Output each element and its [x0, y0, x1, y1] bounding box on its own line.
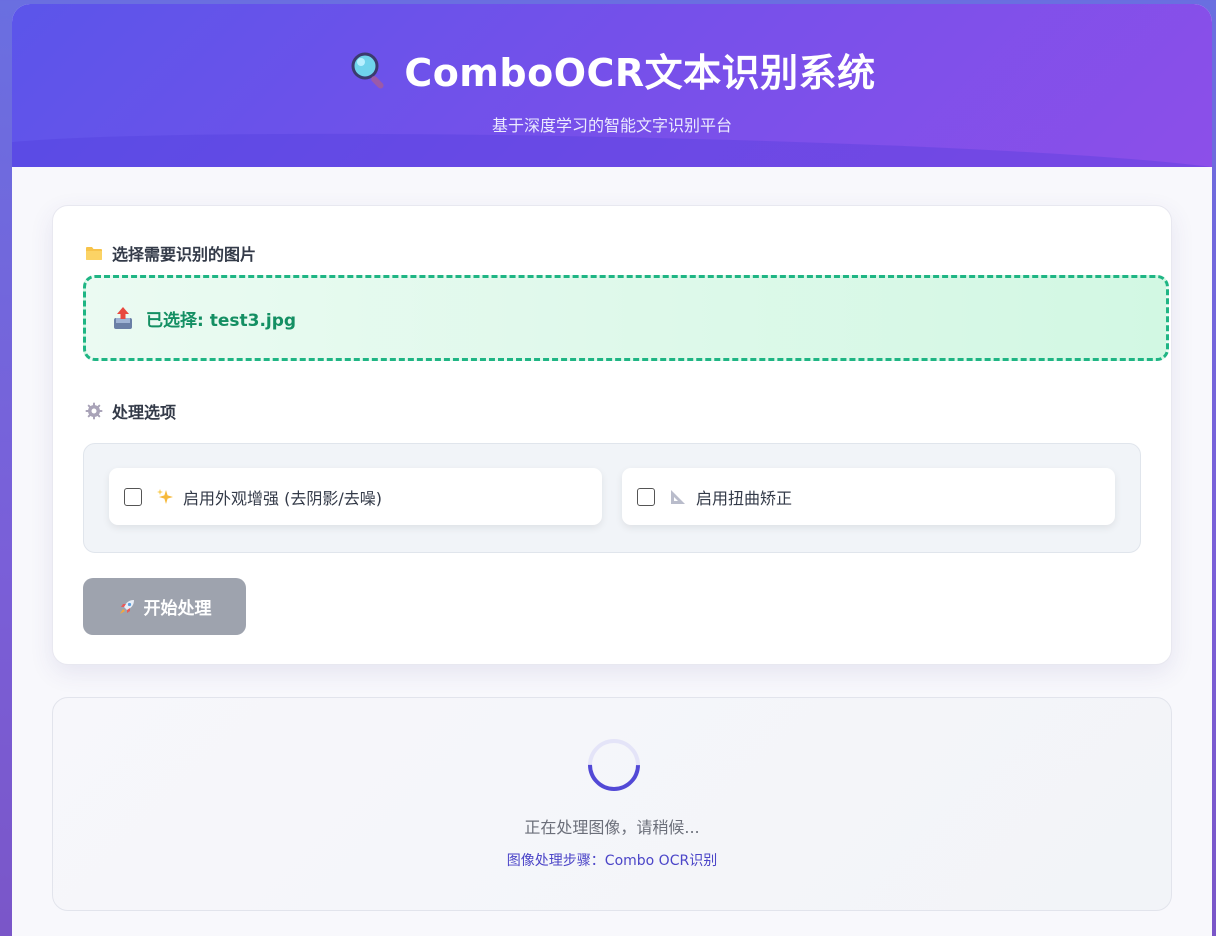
file-upload-zone[interactable]: 已选择: test3.jpg: [83, 275, 1169, 361]
option-distortion-correction[interactable]: 启用扭曲矫正: [622, 468, 1115, 525]
main-card: 选择需要识别的图片 已选择: test3.jpg 处理选项 启用外观增强 (去阴…: [52, 205, 1172, 665]
page-subtitle: 基于深度学习的智能文字识别平台: [491, 116, 732, 135]
upload-section-label: 选择需要识别的图片: [85, 241, 256, 265]
processing-status-card: 正在处理图像，请稍候... 图像处理步骤：Combo OCR识别: [52, 697, 1172, 911]
start-processing-button[interactable]: 开始处理: [83, 578, 246, 635]
magnifier-icon: [351, 52, 384, 89]
options-panel: 启用外观增强 (去阴影/去噪) 启用扭曲矫正: [83, 443, 1141, 553]
option-appearance-enhance[interactable]: 启用外观增强 (去阴影/去噪): [109, 468, 602, 525]
appearance-enhance-label: 启用外观增强 (去阴影/去噪): [183, 488, 382, 508]
page-header: ComboOCR文本识别系统 基于深度学习的智能文字识别平台: [12, 4, 1212, 167]
processing-step-text: 图像处理步骤：Combo OCR识别: [506, 853, 718, 869]
selected-file-text: 已选择: test3.jpg: [146, 310, 297, 331]
page-title: ComboOCR文本识别系统: [12, 42, 1212, 97]
page-title-text: ComboOCR文本识别系统: [404, 51, 876, 95]
distortion-correction-label: 启用扭曲矫正: [696, 488, 793, 508]
app-window: ComboOCR文本识别系统 基于深度学习的智能文字识别平台 选择需要识别的图片…: [12, 4, 1212, 936]
inbox-upload-icon: [114, 307, 132, 329]
rocket-icon: [119, 599, 134, 614]
options-section-label: 处理选项: [85, 399, 176, 423]
folder-icon: [86, 247, 102, 260]
options-section-label-text: 处理选项: [112, 403, 177, 422]
gear-icon: [85, 402, 103, 420]
processing-status-text: 正在处理图像，请稍候...: [524, 818, 700, 837]
sparkles-icon: [157, 488, 173, 504]
upload-section-label-text: 选择需要识别的图片: [112, 245, 257, 264]
loading-spinner: [577, 728, 651, 802]
appearance-enhance-checkbox[interactable]: [124, 487, 142, 506]
triangle-ruler-icon: [671, 489, 685, 504]
start-processing-label: 开始处理: [143, 599, 212, 619]
distortion-correction-checkbox[interactable]: [637, 487, 655, 506]
